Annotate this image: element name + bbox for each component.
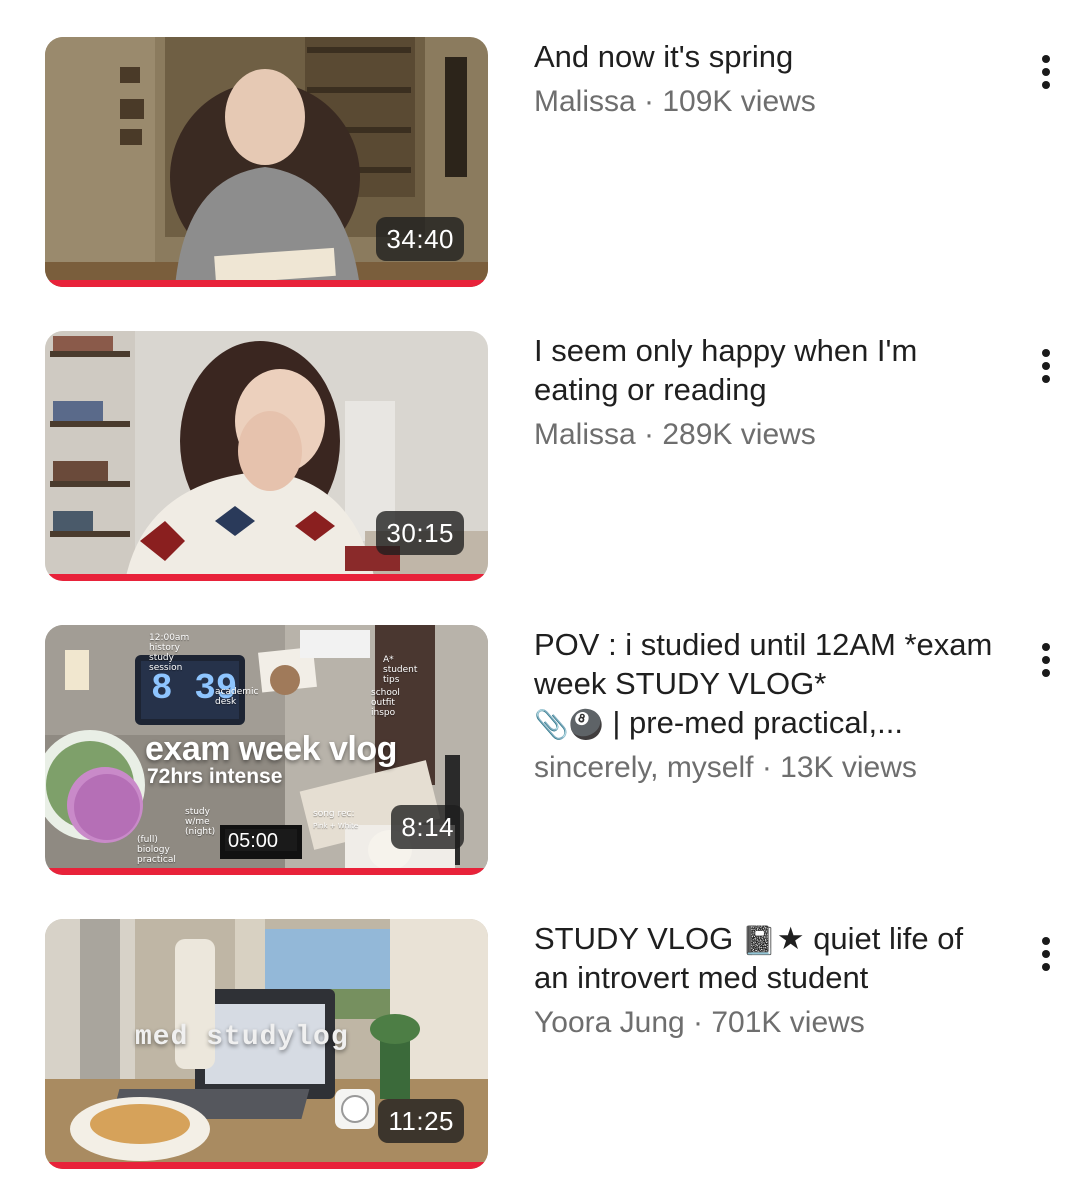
video-subtitle: Yoora Jung · 701K views xyxy=(534,1003,1004,1043)
channel-name[interactable]: sincerely, myself xyxy=(534,751,754,784)
video-meta: STUDY VLOG 📓★ quiet life of an introvert… xyxy=(534,919,1004,1043)
video-meta: POV : i studied until 12AM *exam week ST… xyxy=(534,625,1004,788)
video-subtitle: sincerely, myself · 13K views xyxy=(534,748,1004,788)
title-text: POV : i studied until 12AM *exam week ST… xyxy=(534,627,993,701)
video-duration-badge: 30:15 xyxy=(376,511,464,555)
view-count: 109K views xyxy=(662,85,816,118)
channel-name[interactable]: Malissa xyxy=(534,85,636,118)
video-title[interactable]: POV : i studied until 12AM *exam week ST… xyxy=(534,625,1004,742)
video-title[interactable]: STUDY VLOG 📓★ quiet life of an introvert… xyxy=(534,919,1004,997)
separator-dot: · xyxy=(635,418,663,451)
video-duration-badge: 11:25 xyxy=(378,1099,464,1143)
watch-progress-bar xyxy=(45,574,488,581)
title-text: STUDY VLOG xyxy=(534,921,734,956)
thumbnail-overlay-text: med studylog xyxy=(135,1022,349,1053)
thumbnail-note: Pink + White xyxy=(313,822,359,830)
title-suffix: | pre-med practical,... xyxy=(612,705,903,740)
thumbnail-note: academic desk xyxy=(215,687,259,707)
video-thumbnail[interactable]: 34:40 xyxy=(45,37,488,287)
separator-dot: · xyxy=(753,751,781,784)
video-thumbnail[interactable]: med studylog 11:25 xyxy=(45,919,488,1169)
thumbnail-note: (full) biology practical xyxy=(137,835,176,865)
video-meta: I seem only happy when I'm eating or rea… xyxy=(534,331,1004,455)
notebook-icon: 📓 xyxy=(741,924,777,956)
video-duration-badge: 34:40 xyxy=(376,217,464,261)
video-row-3[interactable]: exam week vlog 72hrs intense 8 39 05:00 … xyxy=(0,625,1090,885)
eight-ball-icon: 🎱 xyxy=(568,708,604,740)
thumbnail-subheadline: 72hrs intense xyxy=(147,765,283,788)
thumbnail-note: study w/me (night) xyxy=(185,807,216,837)
video-row-2[interactable]: 30:15 I seem only happy when I'm eating … xyxy=(0,331,1090,591)
view-count: 13K views xyxy=(780,751,917,784)
more-options-icon[interactable] xyxy=(1034,937,1058,977)
thumbnail-note: 12:00am history study session xyxy=(149,633,190,673)
video-subtitle: Malissa · 289K views xyxy=(534,415,1004,455)
view-count: 289K views xyxy=(662,418,816,451)
thumbnail-note: school outfit inspo xyxy=(371,688,400,718)
thumbnail-headline: exam week vlog xyxy=(145,730,397,768)
more-options-icon[interactable] xyxy=(1034,643,1058,683)
video-duration-badge: 8:14 xyxy=(391,805,464,849)
channel-name[interactable]: Malissa xyxy=(534,418,636,451)
paperclip-icon: 📎 xyxy=(534,708,569,740)
star-icon: ★ xyxy=(776,921,805,956)
video-title[interactable]: I seem only happy when I'm eating or rea… xyxy=(534,331,1004,409)
video-subtitle: Malissa · 109K views xyxy=(534,82,1004,122)
video-row-4[interactable]: med studylog 11:25 STUDY VLOG 📓★ quiet l… xyxy=(0,919,1090,1179)
video-row-1[interactable]: 34:40 And now it's spring Malissa · 109K… xyxy=(0,37,1090,297)
watch-progress-bar xyxy=(45,280,488,287)
separator-dot: · xyxy=(635,85,663,118)
thumbnail-note: song rec: xyxy=(313,809,355,819)
video-thumbnail[interactable]: 30:15 xyxy=(45,331,488,581)
more-options-icon[interactable] xyxy=(1034,349,1058,389)
separator-dot: · xyxy=(684,1006,712,1039)
watch-progress-bar xyxy=(45,868,488,875)
view-count: 701K views xyxy=(711,1006,865,1039)
video-title[interactable]: And now it's spring xyxy=(534,37,1004,76)
video-meta: And now it's spring Malissa · 109K views xyxy=(534,37,1004,122)
channel-name[interactable]: Yoora Jung xyxy=(534,1006,685,1039)
more-options-icon[interactable] xyxy=(1034,55,1058,95)
thumbnail-note: A* student tips xyxy=(383,655,418,685)
video-thumbnail[interactable]: exam week vlog 72hrs intense 8 39 05:00 … xyxy=(45,625,488,875)
watch-progress-bar xyxy=(45,1162,488,1169)
